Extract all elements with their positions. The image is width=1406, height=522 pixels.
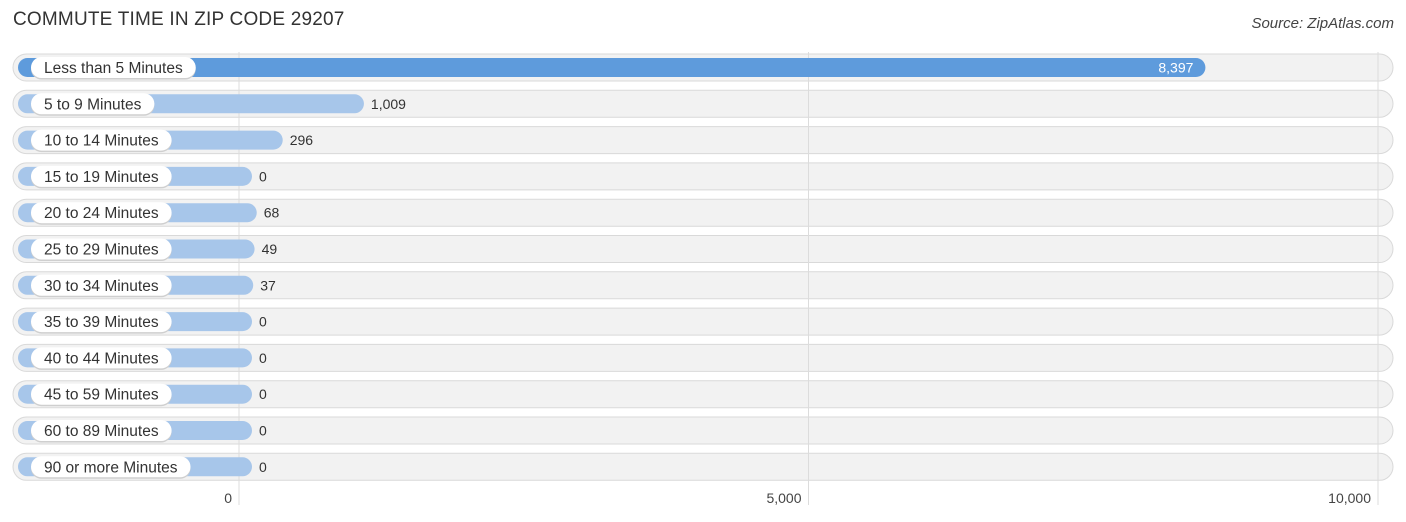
category-label: 30 to 34 Minutes bbox=[44, 278, 159, 295]
bar-group: 90 or more Minutes 0 bbox=[18, 456, 267, 479]
value-label: 0 bbox=[259, 350, 267, 366]
value-label: 1,009 bbox=[371, 96, 406, 112]
value-label: 0 bbox=[259, 423, 267, 439]
category-label: 15 to 19 Minutes bbox=[44, 169, 159, 186]
bar-group: 25 to 29 Minutes 49 bbox=[18, 238, 278, 261]
bar-group: 5 to 9 Minutes 1,009 bbox=[18, 93, 406, 116]
value-label: 8,397 bbox=[1158, 60, 1193, 76]
value-label: 37 bbox=[260, 277, 276, 293]
x-axis-ticks: 0 5,000 10,000 bbox=[224, 490, 1371, 506]
bar-group: 30 to 34 Minutes 37 bbox=[18, 274, 276, 298]
bars: Less than 5 Minutes 8,397 5 to 9 Minutes 1,… bbox=[18, 57, 1206, 479]
category-label: 90 or more Minutes bbox=[44, 459, 178, 476]
bar-group: 35 to 39 Minutes 0 bbox=[18, 311, 267, 334]
bar-group: Less than 5 Minutes 8,397 bbox=[18, 57, 1206, 80]
bar-group: 20 to 24 Minutes 68 bbox=[18, 202, 280, 225]
value-label: 296 bbox=[290, 132, 314, 148]
value-label: 0 bbox=[259, 168, 267, 184]
category-label: 5 to 9 Minutes bbox=[44, 96, 142, 113]
bar-group: 60 to 89 Minutes 0 bbox=[18, 420, 267, 443]
bar-group: 10 to 14 Minutes 296 bbox=[18, 129, 314, 153]
category-label: 60 to 89 Minutes bbox=[44, 423, 159, 440]
category-label: Less than 5 Minutes bbox=[44, 60, 183, 77]
value-label: 0 bbox=[259, 314, 267, 330]
bar bbox=[18, 58, 1206, 77]
category-label: 40 to 44 Minutes bbox=[44, 350, 159, 367]
bar-group: 40 to 44 Minutes 0 bbox=[18, 347, 267, 370]
category-label: 25 to 29 Minutes bbox=[44, 242, 159, 259]
category-label: 45 to 59 Minutes bbox=[44, 387, 159, 404]
value-label: 49 bbox=[262, 241, 278, 257]
value-label: 0 bbox=[259, 459, 267, 475]
x-tick-label: 0 bbox=[224, 490, 232, 506]
category-label: 35 to 39 Minutes bbox=[44, 314, 159, 331]
bar-group: 15 to 19 Minutes 0 bbox=[18, 165, 267, 189]
x-tick-label: 10,000 bbox=[1328, 490, 1371, 506]
row-backgrounds bbox=[12, 53, 1394, 481]
value-label: 68 bbox=[264, 205, 280, 221]
category-label: 10 to 14 Minutes bbox=[44, 133, 159, 150]
bar-chart: Less than 5 Minutes 8,397 5 to 9 Minutes 1,… bbox=[12, 52, 1394, 506]
x-tick-label: 5,000 bbox=[766, 490, 801, 506]
category-label: 20 to 24 Minutes bbox=[44, 205, 159, 222]
bar-group: 45 to 59 Minutes 0 bbox=[18, 383, 267, 407]
value-label: 0 bbox=[259, 386, 267, 402]
